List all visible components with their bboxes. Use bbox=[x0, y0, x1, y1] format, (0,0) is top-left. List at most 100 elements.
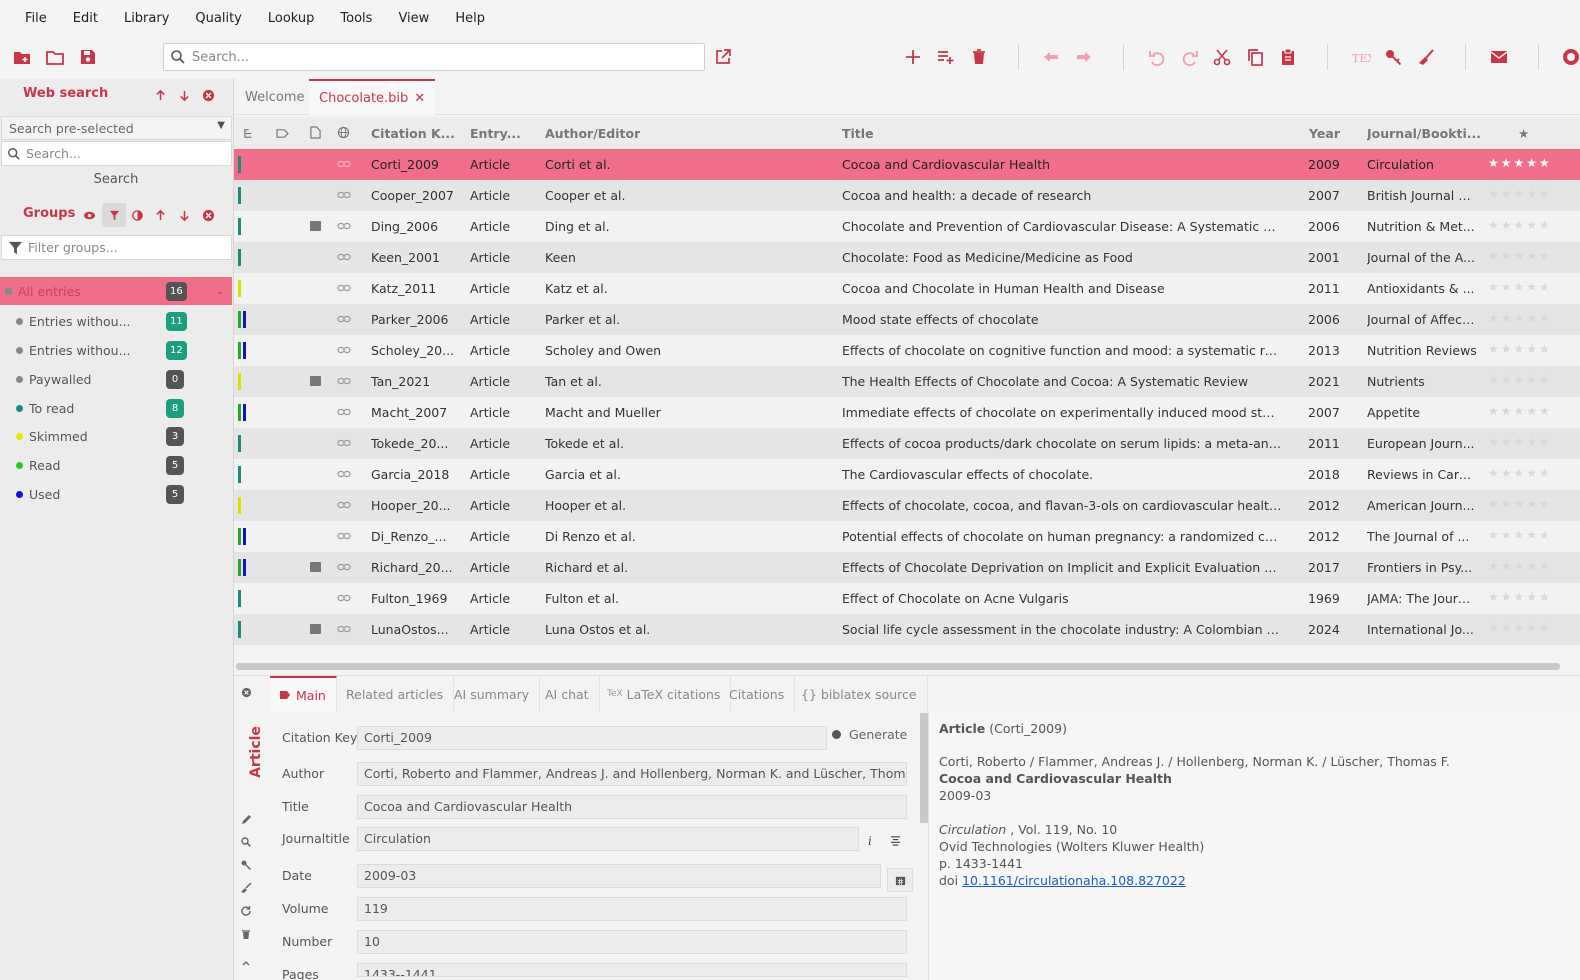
menu-edit[interactable]: Edit bbox=[60, 11, 111, 26]
rating-stars[interactable]: ★★★★★ bbox=[1488, 373, 1552, 387]
web-search-input[interactable] bbox=[26, 146, 216, 161]
table-row[interactable]: Di_Renzo_... Article Di Renzo et al. Potent… bbox=[234, 521, 1580, 552]
generate-key-button[interactable]: Generate bbox=[832, 727, 907, 742]
field-volume[interactable]: 119 bbox=[357, 897, 907, 921]
comment-icon[interactable] bbox=[310, 624, 321, 634]
col-title[interactable]: Title bbox=[842, 126, 874, 141]
editor-scrollbar[interactable] bbox=[920, 713, 928, 823]
edit-pencil-icon[interactable] bbox=[240, 814, 252, 826]
tab-chocolate-bib[interactable]: Chocolate.bib ✕ bbox=[309, 79, 436, 115]
rating-stars[interactable]: ★★★★★ bbox=[1488, 590, 1552, 604]
col-entry-type[interactable]: Entry... bbox=[470, 126, 521, 141]
col-ranking[interactable]: ★ bbox=[1518, 126, 1529, 141]
info-icon[interactable]: i bbox=[868, 834, 872, 848]
open-search-window-icon[interactable] bbox=[710, 44, 736, 70]
rating-stars[interactable]: ★★★★★ bbox=[1488, 187, 1552, 201]
group-item[interactable]: Skimmed 3 bbox=[0, 422, 232, 450]
rating-stars[interactable]: ★★★★★ bbox=[1488, 559, 1552, 573]
open-library-icon[interactable] bbox=[42, 44, 68, 70]
field-author[interactable]: Corti, Roberto and Flammer, Andreas J. a… bbox=[357, 762, 907, 786]
filter-groups-field[interactable] bbox=[1, 235, 232, 260]
move-up-icon[interactable] bbox=[153, 88, 167, 102]
menu-help[interactable]: Help bbox=[442, 11, 498, 26]
field-journaltitle[interactable]: Circulation bbox=[357, 827, 859, 851]
tab-welcome[interactable]: Welcome bbox=[235, 79, 314, 115]
tab-biblatex-source[interactable]: {} biblatex source bbox=[791, 676, 928, 712]
table-row[interactable]: Corti_2009 Article Corti et al. Cocoa and C… bbox=[234, 149, 1580, 180]
copy-icon[interactable] bbox=[1242, 44, 1268, 70]
rating-stars[interactable]: ★★★★★ bbox=[1488, 497, 1552, 511]
group-item[interactable]: Entries withou... 11 bbox=[0, 307, 232, 335]
forward-arrow-icon[interactable] bbox=[1071, 44, 1097, 70]
github-icon[interactable] bbox=[1556, 44, 1580, 70]
table-row[interactable]: Ding_2006 Article Ding et al. Chocolate and… bbox=[234, 211, 1580, 242]
table-row[interactable]: Richard_20... Article Richard et al. Effect… bbox=[234, 552, 1580, 583]
link-icon[interactable] bbox=[337, 375, 351, 387]
web-search-fetcher-select[interactable]: Search pre-selected ▼ bbox=[1, 116, 232, 140]
link-icon[interactable] bbox=[337, 251, 351, 263]
table-row[interactable]: Scholey_20... Article Scholey and Owen Effe… bbox=[234, 335, 1580, 366]
table-row[interactable]: Parker_2006 Article Parker et al. Mood stat… bbox=[234, 304, 1580, 335]
link-icon[interactable] bbox=[337, 530, 351, 542]
group-item[interactable]: Used 5 bbox=[0, 480, 232, 508]
lookup-magnifier-icon[interactable] bbox=[240, 836, 252, 848]
entry-type-label[interactable]: Article bbox=[242, 726, 264, 778]
table-row[interactable]: Fulton_1969 Article Fulton et al. Effect of… bbox=[234, 583, 1580, 614]
menu-lookup[interactable]: Lookup bbox=[255, 11, 328, 26]
rating-stars[interactable]: ★★★★★ bbox=[1488, 528, 1552, 542]
rating-stars[interactable]: ★★★★★ bbox=[1488, 280, 1552, 294]
cleanup-brush-icon[interactable] bbox=[1413, 44, 1439, 70]
tab-ai-chat[interactable]: AI chat bbox=[535, 676, 600, 712]
trash-icon[interactable] bbox=[240, 928, 252, 940]
field-pages[interactable]: 1433--1441 bbox=[357, 963, 907, 977]
filter-groups-input[interactable] bbox=[28, 240, 218, 255]
web-search-button[interactable]: Search bbox=[0, 172, 232, 187]
col-citation-key[interactable]: Citation K... bbox=[371, 126, 455, 141]
link-icon[interactable] bbox=[337, 313, 351, 325]
link-icon[interactable] bbox=[337, 282, 351, 294]
intersection-icon[interactable] bbox=[130, 208, 144, 222]
link-icon[interactable] bbox=[337, 406, 351, 418]
group-item[interactable]: To read 8 bbox=[0, 394, 232, 422]
comment-icon[interactable] bbox=[310, 562, 321, 572]
link-icon[interactable] bbox=[337, 158, 351, 170]
close-panel-icon[interactable] bbox=[201, 208, 215, 222]
rating-stars[interactable]: ★★★★★ bbox=[1488, 404, 1552, 418]
field-citation-key[interactable]: Corti_2009 bbox=[357, 726, 827, 750]
table-row[interactable]: Tan_2021 Article Tan et al. The Health Effe… bbox=[234, 366, 1580, 397]
col-journal[interactable]: Journal/Bookti... bbox=[1367, 126, 1481, 141]
add-from-text-icon[interactable] bbox=[933, 44, 959, 70]
filter-toggle-icon[interactable] bbox=[102, 203, 126, 227]
paste-icon[interactable] bbox=[1275, 44, 1301, 70]
link-icon[interactable] bbox=[337, 344, 351, 356]
rating-stars[interactable]: ★★★★★ bbox=[1488, 621, 1552, 635]
close-panel-icon[interactable] bbox=[201, 88, 215, 102]
link-icon[interactable] bbox=[337, 437, 351, 449]
table-row[interactable]: Keen_2001 Article Keen Chocolate: Food as M… bbox=[234, 242, 1580, 273]
tab-main[interactable]: Main bbox=[270, 676, 337, 712]
link-icon[interactable] bbox=[337, 623, 351, 635]
tree-expand-icon[interactable] bbox=[243, 127, 256, 142]
table-row[interactable]: Macht_2007 Article Macht and Mueller Immedi… bbox=[234, 397, 1580, 428]
email-icon[interactable] bbox=[1486, 44, 1512, 70]
chevron-up-icon[interactable] bbox=[240, 957, 252, 969]
web-search-field[interactable] bbox=[1, 141, 232, 166]
redo-icon[interactable] bbox=[1177, 44, 1203, 70]
menu-library[interactable]: Library bbox=[111, 11, 182, 26]
menu-file[interactable]: File bbox=[12, 11, 60, 26]
menu-tools[interactable]: Tools bbox=[327, 11, 385, 26]
comment-icon[interactable] bbox=[310, 221, 321, 231]
file-column-icon[interactable] bbox=[310, 126, 321, 142]
save-icon[interactable] bbox=[75, 44, 101, 70]
link-icon[interactable] bbox=[337, 499, 351, 511]
tex-push-icon[interactable]: TEX bbox=[1348, 44, 1374, 70]
rating-stars[interactable]: ★★★★★ bbox=[1488, 249, 1552, 263]
table-row[interactable]: Cooper_2007 Article Cooper et al. Cocoa and… bbox=[234, 180, 1580, 211]
tab-citations[interactable]: Citations bbox=[719, 676, 796, 712]
chevron-down-icon[interactable]: ⌄ bbox=[216, 286, 224, 297]
tab-latex-citations[interactable]: TeX LaTeX citations bbox=[597, 676, 732, 712]
horizontal-scrollbar[interactable] bbox=[236, 663, 1560, 670]
new-library-icon[interactable] bbox=[9, 44, 35, 70]
global-search-input[interactable] bbox=[192, 49, 682, 65]
eye-icon[interactable] bbox=[82, 208, 96, 222]
